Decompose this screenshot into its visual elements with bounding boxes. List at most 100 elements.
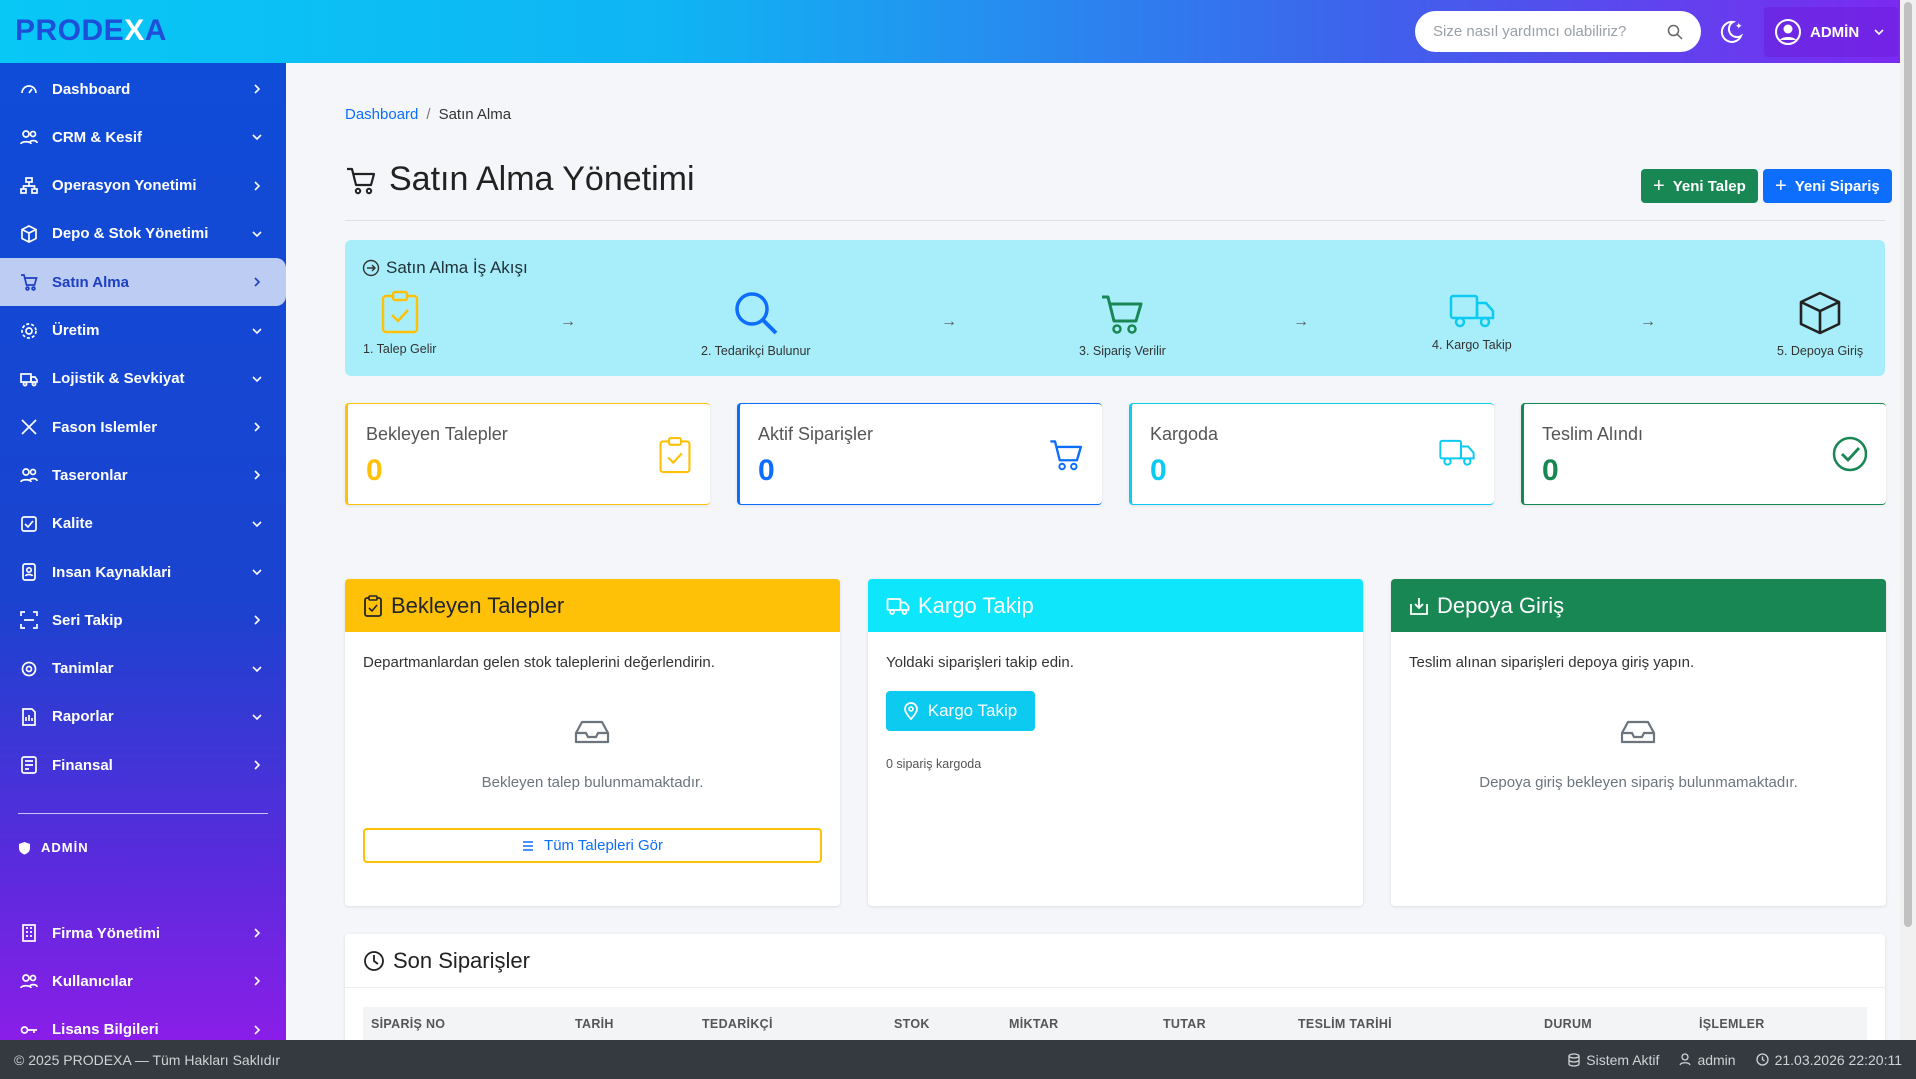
sidebar-item-insan-kaynaklari[interactable]: Insan Kaynaklari (0, 548, 286, 596)
sidebar-item-finansal[interactable]: Finansal (0, 741, 286, 789)
column-header[interactable]: SİPARİŞ NO (371, 1017, 445, 1031)
new-order-label: Yeni Sipariş (1794, 177, 1880, 195)
cargo-tracking-button[interactable]: Kargo Takip (886, 691, 1035, 731)
chevron-down-icon (250, 324, 264, 338)
breadcrumb: Dashboard / Satın Alma (345, 106, 511, 123)
cog-icon (20, 660, 38, 678)
sidebar-item-depo-stok-yonetimi[interactable]: Depo & Stok Yönetimi (0, 210, 286, 258)
sidebar-item-firma-yonetimi[interactable]: Firma Yönetimi (0, 909, 286, 957)
chevron-right-icon (250, 613, 264, 627)
sidebar-item-operasyon-yonetimi[interactable]: Operasyon Yonetimi (0, 162, 286, 210)
new-request-button[interactable]: + Yeni Talep (1641, 169, 1758, 203)
column-header[interactable]: İŞLEMLER (1699, 1017, 1765, 1031)
avatar-icon (1775, 19, 1801, 45)
footer-datetime: 21.03.2026 22:20:11 (1755, 1052, 1902, 1068)
sidebar-item-kullanicilar[interactable]: Kullanıcılar (0, 957, 286, 1005)
stat-value: 0 (366, 454, 383, 487)
svg-text:✦: ✦ (1735, 21, 1743, 31)
card-description: Yoldaki siparişleri takip edin. (886, 654, 1074, 671)
sidebar-item-label: Fason Islemler (52, 418, 158, 436)
sidebar-item-raporlar[interactable]: Raporlar (0, 693, 286, 741)
chevron-right-icon (250, 926, 264, 940)
sidebar-item-dashboard[interactable]: Dashboard (0, 65, 286, 113)
shopping-cart-icon (347, 167, 376, 194)
truck-icon (886, 597, 910, 615)
user-icon (1679, 1053, 1692, 1066)
breadcrumb-home-link[interactable]: Dashboard (345, 106, 418, 123)
column-header[interactable]: DURUM (1544, 1017, 1592, 1031)
cart-icon (20, 273, 38, 291)
workflow-title: Satın Alma İş Akışı (362, 258, 528, 278)
page-scrollbar[interactable] (1900, 0, 1916, 1040)
empty-message: Depoya giriş bekleyen sipariş bulunmamak… (1479, 774, 1798, 791)
scrollbar-thumb[interactable] (1904, 2, 1912, 927)
sitemap-icon (20, 176, 38, 195)
sidebar-item-label: Finansal (52, 756, 113, 774)
sidebar-item-label: Taseronlar (52, 466, 128, 484)
map-pin-icon (903, 702, 918, 720)
search-input[interactable]: Size nasıl yardımcı olabiliriz? (1415, 11, 1701, 52)
logo-prefix: PRODE (15, 14, 125, 47)
chevron-right-icon (250, 974, 264, 988)
tools-icon (20, 418, 38, 436)
column-header[interactable]: MİKTAR (1009, 1017, 1058, 1031)
footer-copyright: © 2025 PRODEXA — Tüm Hakları Saklıdır (14, 1051, 281, 1068)
column-header[interactable]: TARİH (575, 1017, 614, 1031)
workflow-arrow: → (1640, 313, 1656, 330)
sidebar-item-crm-kesif[interactable]: CRM & Kesif (0, 113, 286, 161)
sidebar-item-seri-takip[interactable]: Seri Takip (0, 596, 286, 644)
sidebar-item-tanimlar[interactable]: Tanimlar (0, 645, 286, 693)
sidebar-item-label: Tanimlar (52, 660, 114, 678)
card-description: Departmanlardan gelen stok taleplerini d… (363, 654, 715, 671)
footer-user: admin (1679, 1052, 1736, 1068)
sidebar: ADMİN Dashboard CRM & Kesif Operasyon Yone… (0, 63, 286, 1040)
sidebar-item-fason-islemler[interactable]: Fason Islemler (0, 403, 286, 451)
card-pending-requests: Bekleyen Talepler Departmanlardan gelen … (345, 579, 840, 906)
stat-label: Teslim Alındı (1542, 424, 1644, 444)
sidebar-item-label: CRM & Kesif (52, 128, 143, 146)
title-divider (345, 220, 1885, 221)
sidebar-item-taseronlar[interactable]: Taseronlar (0, 451, 286, 499)
truck-icon (1449, 294, 1495, 328)
workflow-step-3: 3. Sipariş Verilir (1079, 290, 1166, 358)
sidebar-item-label: Kalite (52, 515, 93, 533)
chevron-right-icon (250, 468, 264, 482)
section-label: ADMİN (41, 840, 89, 855)
finance-icon (20, 756, 38, 775)
column-header[interactable]: TESLİM TARİHİ (1298, 1017, 1392, 1031)
sidebar-section-admin: ADMİN (18, 840, 89, 855)
sidebar-item-lojistik-sevkiyat[interactable]: Lojistik & Sevkiyat (0, 355, 286, 403)
theme-moon-icon[interactable]: ✦ (1715, 17, 1745, 47)
list-icon (523, 840, 534, 851)
workflow-panel: Satın Alma İş Akışı 1. Talep Gelir → 2. … (345, 240, 1885, 376)
sidebar-item-satin-alma[interactable]: Satın Alma (0, 258, 286, 307)
sidebar-item-label: Kullanıcılar (52, 972, 133, 990)
app-logo[interactable]: PRODEXA (15, 14, 167, 48)
magnifier-icon (735, 292, 778, 335)
new-order-button[interactable]: + Yeni Sipariş (1763, 169, 1892, 203)
gear-icon (20, 322, 38, 340)
truck-icon (20, 370, 38, 388)
page-title-text: Satın Alma Yönetimi (389, 160, 695, 198)
workflow-step-label: 1. Talep Gelir (363, 342, 437, 356)
column-header[interactable]: STOK (894, 1017, 930, 1031)
clipboard-icon (364, 594, 382, 617)
search-placeholder: Size nasıl yardımcı olabiliriz? (1433, 23, 1627, 40)
stat-active-orders: Aktif Siparişler 0 (737, 403, 1102, 505)
chevron-down-icon (250, 710, 264, 724)
user-menu[interactable]: ADMİN (1764, 7, 1898, 57)
column-header[interactable]: TEDARİKÇİ (702, 1017, 773, 1031)
column-header[interactable]: TUTAR (1163, 1017, 1206, 1031)
box-icon (1799, 291, 1841, 335)
sidebar-item-kalite[interactable]: Kalite (0, 500, 286, 548)
empty-message: Bekleyen talep bulunmamaktadır. (481, 774, 704, 791)
top-bar: PRODEXA Size nasıl yardımcı olabiliriz? … (0, 0, 1900, 63)
workflow-arrow: → (560, 313, 576, 330)
chevron-down-icon (250, 372, 264, 386)
inbox-icon (574, 720, 610, 744)
check-circle-icon (1832, 436, 1868, 472)
sidebar-item-uretim[interactable]: Üretim (0, 307, 286, 355)
view-all-requests-button[interactable]: Tüm Talepleri Gör (363, 828, 822, 863)
logo-suffix: A (144, 14, 167, 47)
clipboard-check-icon (381, 290, 418, 334)
